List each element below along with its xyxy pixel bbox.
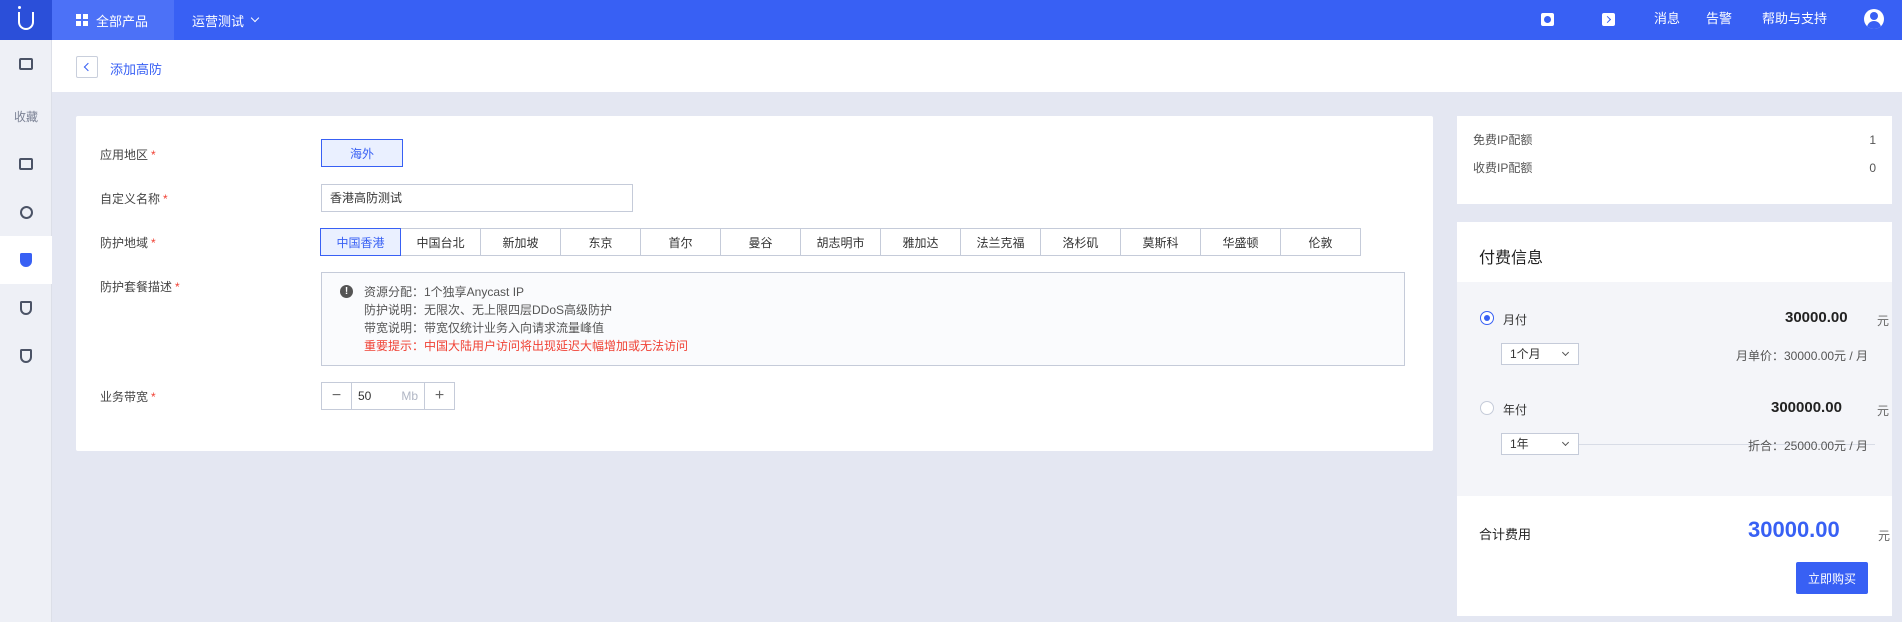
increment-button[interactable]: + <box>425 383 454 409</box>
sidebar-item-dashboard[interactable] <box>0 40 52 88</box>
monthly-label: 月付 <box>1503 313 1528 327</box>
region-label: 应用地区 * <box>100 148 156 162</box>
back-button[interactable] <box>76 56 98 78</box>
grid-icon <box>76 14 88 26</box>
area-option[interactable]: 东京 <box>560 228 641 256</box>
desc-line: 防护说明：无限次、无上限四层DDoS高级防护 <box>364 303 613 317</box>
paid-quota-value: 0 <box>1869 161 1876 175</box>
area-option[interactable]: 中国香港 <box>320 228 401 256</box>
total-yuan: 元 <box>1878 529 1891 543</box>
package-desc-label: 防护套餐描述 * <box>100 280 180 294</box>
sidebar: 收藏 <box>0 40 52 622</box>
desc-line: 带宽说明：带宽仅统计业务入向请求流量峰值 <box>364 321 605 335</box>
area-option[interactable]: 曼谷 <box>720 228 801 256</box>
monthly-radio[interactable] <box>1480 311 1494 325</box>
monthly-unit-price: 月单价：30000.00元 / 月 <box>1736 349 1869 363</box>
yearly-duration-select[interactable]: 1年 <box>1501 433 1579 455</box>
total-label: 合计费用 <box>1479 527 1532 542</box>
sidebar-item-favorites[interactable]: 收藏 <box>0 92 52 140</box>
area-option[interactable]: 法兰克福 <box>960 228 1041 256</box>
monthly-price: 30000.00 <box>1785 309 1848 326</box>
logo-icon <box>17 6 34 30</box>
total-price: 30000.00 <box>1748 517 1840 542</box>
sidebar-item-network[interactable] <box>0 188 52 236</box>
yearly-label: 年付 <box>1503 403 1528 417</box>
bandwidth-value: 50 <box>358 389 372 403</box>
shield-plus-icon <box>20 301 32 315</box>
monitor-icon <box>19 58 33 70</box>
region-option-overseas[interactable]: 海外 <box>321 139 403 167</box>
page-title: 添加高防 <box>110 62 163 77</box>
alerts-link[interactable]: 告警 <box>1706 0 1732 40</box>
paid-quota-row: 收费IP配额 0 <box>1473 159 1876 177</box>
top-bar: 全部产品 运营测试 消息 告警 帮助与支持 <box>0 0 1902 40</box>
area-option[interactable]: 雅加达 <box>880 228 961 256</box>
search-icon[interactable] <box>1541 13 1554 26</box>
name-input[interactable]: 香港高防测试 <box>321 184 633 212</box>
logo[interactable] <box>0 0 52 40</box>
package-description: ! 资源分配：1个独享Anycast IP 防护说明：无限次、无上限四层DDoS… <box>321 272 1405 366</box>
yearly-yuan: 元 <box>1877 404 1890 418</box>
quota-card: 免费IP配额 1 收费IP配额 0 <box>1457 116 1892 204</box>
shield-icon <box>20 253 32 267</box>
sidebar-item-security[interactable] <box>0 284 52 332</box>
monthly-yuan: 元 <box>1877 314 1890 328</box>
terminal-icon[interactable] <box>1602 13 1615 26</box>
free-quota-value: 1 <box>1869 133 1876 147</box>
area-label: 防护地域 * <box>100 236 156 250</box>
network-icon <box>19 205 33 219</box>
area-option[interactable]: 胡志明市 <box>800 228 881 256</box>
bandwidth-stepper: − 50 Mb + <box>321 382 455 410</box>
user-avatar-icon[interactable] <box>1864 9 1884 29</box>
chevron-down-icon <box>250 13 260 23</box>
form-card: 应用地区 * 海外 自定义名称 * 香港高防测试 防护地域 * 中国香港 中国台北 新… <box>76 116 1433 451</box>
favorites-label: 收藏 <box>13 109 38 124</box>
payment-card: 付费信息 月付 30000.00 元 1个月 月单价：30000.00元 / 月… <box>1457 222 1892 616</box>
buy-now-button[interactable]: 立即购买 <box>1796 562 1868 594</box>
monthly-duration-select[interactable]: 1个月 <box>1501 343 1579 365</box>
yearly-radio[interactable] <box>1480 401 1494 415</box>
area-option[interactable]: 新加坡 <box>480 228 561 256</box>
sidebar-item-anti-ddos[interactable] <box>0 236 52 284</box>
area-option[interactable]: 中国台北 <box>400 228 481 256</box>
payment-title: 付费信息 <box>1479 250 1544 267</box>
all-products-button[interactable]: 全部产品 <box>52 0 174 40</box>
area-option[interactable]: 伦敦 <box>1280 228 1361 256</box>
info-icon: ! <box>340 285 353 298</box>
yearly-unit-price: 折合：25000.00元 / 月 <box>1748 439 1869 453</box>
bandwidth-label: 业务带宽 * <box>100 390 156 404</box>
area-option[interactable]: 洛杉矶 <box>1040 228 1121 256</box>
area-selector: 中国香港 中国台北 新加坡 东京 首尔 曼谷 胡志明市 雅加达 法兰克福 洛杉矶… <box>320 228 1361 256</box>
payment-options: 月付 30000.00 元 1个月 月单价：30000.00元 / 月 年付 3… <box>1457 282 1892 496</box>
bandwidth-unit: Mb <box>401 389 418 403</box>
yearly-price: 300000.00 <box>1771 399 1842 416</box>
free-quota-row: 免费IP配额 1 <box>1473 131 1876 149</box>
messages-link[interactable]: 消息 <box>1654 0 1680 40</box>
project-name: 运营测试 <box>192 13 245 29</box>
area-option[interactable]: 首尔 <box>640 228 721 256</box>
sidebar-item-resources[interactable] <box>0 140 52 188</box>
help-link[interactable]: 帮助与支持 <box>1762 0 1827 40</box>
paid-quota-label: 收费IP配额 <box>1473 161 1533 175</box>
sidebar-item-monitor[interactable] <box>0 332 52 380</box>
bandwidth-input[interactable]: 50 Mb <box>351 383 425 409</box>
shield-pulse-icon <box>20 349 32 363</box>
project-selector[interactable]: 运营测试 <box>192 0 260 40</box>
decrement-button[interactable]: − <box>322 383 351 409</box>
all-products-label: 全部产品 <box>96 13 149 29</box>
desc-line: 资源分配：1个独享Anycast IP <box>364 285 525 299</box>
page-header: 添加高防 <box>52 40 1902 92</box>
server-icon <box>19 158 33 170</box>
name-label: 自定义名称 * <box>100 192 168 206</box>
area-option[interactable]: 莫斯科 <box>1120 228 1201 256</box>
area-option[interactable]: 华盛顿 <box>1200 228 1281 256</box>
desc-warning: 重要提示：中国大陆用户访问将出现延迟大幅增加或无法访问 <box>364 339 689 353</box>
free-quota-label: 免费IP配额 <box>1473 133 1533 147</box>
